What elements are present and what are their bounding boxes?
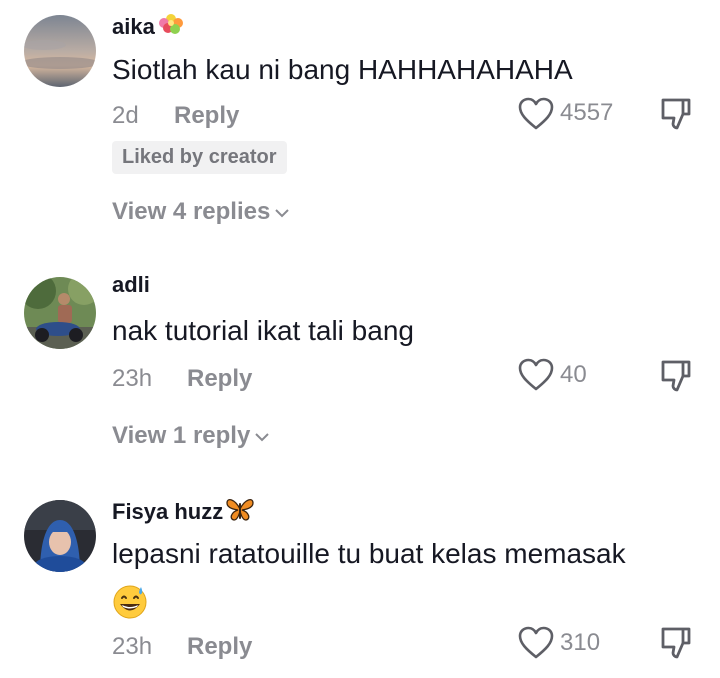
grinning-sweat-emoji [112,583,148,619]
avatar[interactable] [24,15,96,87]
comment-text: Siotlah kau ni bang HAHHAHAHAHA [112,54,573,85]
username-text: aika [112,14,155,39]
comment-item: Fisya huzz lepasni ratatouille tu buat k… [0,475,720,678]
flower-bouquet-emoji [157,10,185,44]
comment-item: adli nak tutorial ikat tali bang 23h Rep… [0,245,720,475]
comment-time: 23h [112,633,153,660]
comment-text: nak tutorial ikat tali bang [112,315,414,346]
view-replies-label: View 4 replies [112,198,271,225]
comment-text: lepasni ratatouille tu buat kelas memasa… [112,538,626,569]
username[interactable]: adli [112,272,150,298]
reply-button[interactable]: Reply [187,633,252,661]
like-count: 40 [560,361,587,388]
butterfly-emoji [225,497,255,529]
heart-icon[interactable] [518,97,554,131]
like-count: 310 [560,629,601,656]
heart-icon[interactable] [518,358,554,392]
avatar[interactable] [24,500,96,572]
username-text: Fisya huzz [112,499,224,524]
dislike-icon[interactable] [658,96,694,132]
comment-time: 2d [112,102,139,129]
like-count: 4557 [560,99,614,126]
reply-button[interactable]: Reply [187,365,252,393]
reply-button[interactable]: Reply [174,102,239,130]
chevron-down-icon [270,198,290,225]
view-replies-button[interactable]: View 4 replies [112,198,290,226]
view-replies-button[interactable]: View 1 reply [112,422,270,450]
view-replies-label: View 1 reply [112,422,251,449]
comment-time: 23h [112,365,153,392]
heart-icon[interactable] [518,626,554,660]
username[interactable]: aika [112,10,185,44]
comment-item: aika Siotlah kau ni bang HAHHAHAHAHA 2d … [0,0,720,245]
dislike-icon[interactable] [658,625,694,661]
avatar[interactable] [24,277,96,349]
liked-by-creator-badge: Liked by creator [112,141,287,174]
chevron-down-icon [250,422,270,449]
dislike-icon[interactable] [658,358,694,394]
username[interactable]: Fisya huzz [112,497,255,529]
